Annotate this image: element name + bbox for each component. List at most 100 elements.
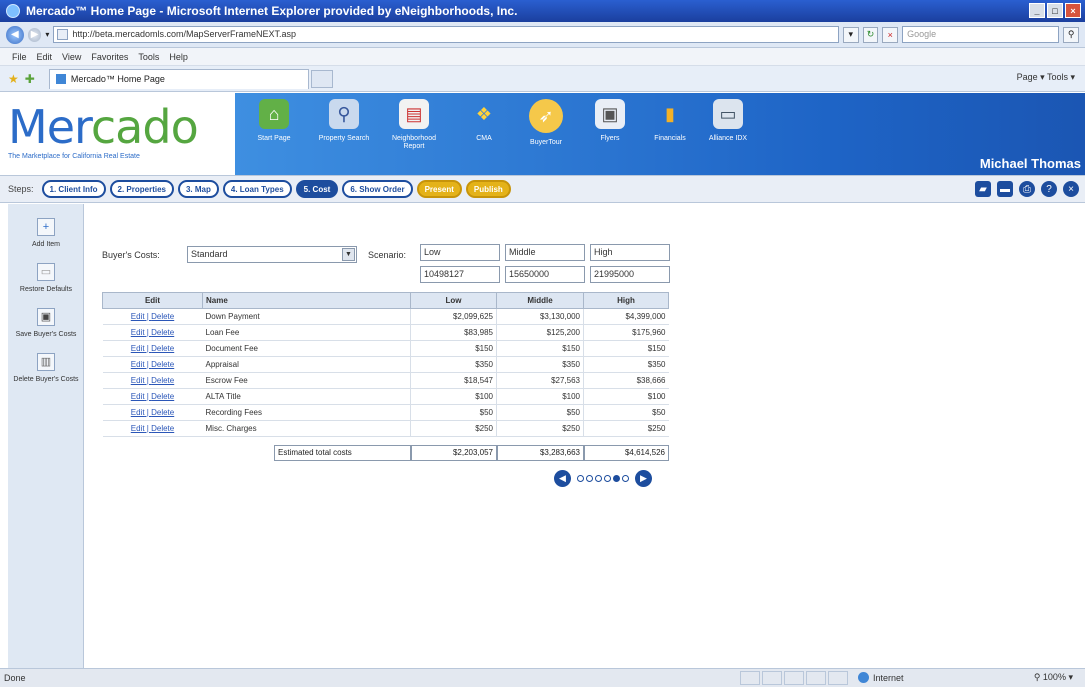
save-buyers-costs-button[interactable]: ▣ Save Buyer's Costs [8,308,84,339]
menu-view[interactable]: View [62,52,81,62]
add-item-button[interactable]: + Add Item [8,218,84,249]
scenario-high-price[interactable]: 21995000 [590,266,670,283]
present-button[interactable]: Present [416,180,462,198]
maximize-icon[interactable]: □ [1047,3,1063,18]
search-icon[interactable]: ⚲ [1063,26,1079,43]
delete-link[interactable]: Delete [151,344,174,353]
cell-name: Appraisal [202,356,411,373]
edit-link[interactable]: Edit [131,312,145,321]
menu-help[interactable]: Help [169,52,188,62]
nav-start-page[interactable]: ⌂ Start Page [243,99,305,143]
edit-link[interactable]: Edit [131,408,145,417]
delete-link[interactable]: Delete [151,392,174,401]
forward-button[interactable]: ▶ [27,27,42,42]
history-dropdown-icon[interactable]: ▾ [45,30,49,39]
cell-high: $100 [583,388,669,405]
minimize-icon[interactable]: _ [1029,3,1045,18]
nav-financials[interactable]: ▮ Financials [639,99,701,143]
page-dot[interactable] [604,475,611,482]
address-dropdown-icon[interactable]: ▾ [842,26,859,43]
cell-low: $83,985 [410,324,497,341]
scenario-low-price[interactable]: 10498127 [420,266,500,283]
mercado-logo[interactable]: Mercado The Marketplace for California R… [8,103,228,168]
save-icon[interactable]: ▬ [997,181,1013,197]
edit-link[interactable]: Edit [131,344,145,353]
back-button[interactable]: ◀ [6,25,24,44]
magnifier-icon: ⚲ [329,99,359,129]
cell-high: $150 [583,340,669,357]
edit-link[interactable]: Edit [131,392,145,401]
browser-tab[interactable]: Mercado™ Home Page [48,68,309,89]
page-dot[interactable] [622,475,629,482]
step-cost[interactable]: 5. Cost [295,180,339,198]
scenario-low-name[interactable]: Low [420,244,500,261]
table-row: Edit | Delete Misc. Charges $250 $250 $250 [102,420,669,437]
step-loan-types[interactable]: 4. Loan Types [222,180,292,198]
total-label: Estimated total costs [274,445,411,461]
col-name: Name [202,292,411,309]
edit-link[interactable]: Edit [131,376,145,385]
address-field[interactable]: http://beta.mercadomls.com/MapServerFram… [53,26,839,43]
nav-alliance-idx[interactable]: ▭ Alliance IDX [697,99,759,143]
next-page-icon[interactable]: ▶ [635,470,652,487]
print-icon[interactable]: ⎙ [1019,181,1035,197]
menu-edit[interactable]: Edit [37,52,53,62]
menu-file[interactable]: File [12,52,27,62]
menu-favorites[interactable]: Favorites [91,52,128,62]
tab-page-icon [55,74,66,84]
delete-link[interactable]: Delete [151,376,174,385]
restore-defaults-button[interactable]: ▭ Restore Defaults [8,263,84,294]
page-dot[interactable] [586,475,593,482]
address-text: http://beta.mercadomls.com/MapServerFram… [72,29,297,39]
step-properties[interactable]: 2. Properties [109,180,174,198]
zoom-level[interactable]: ⚲ 100% ▾ [1034,672,1073,683]
step-show-order[interactable]: 6. Show Order [342,180,413,198]
scenario-middle-name[interactable]: Middle [505,244,585,261]
sidebar: + Add Item ▭ Restore Defaults ▣ Save Buy… [8,204,84,668]
status-cells [740,671,848,685]
chevron-down-icon: ▾ [1068,672,1073,682]
page-dot[interactable] [595,475,602,482]
edit-link[interactable]: Edit [131,424,145,433]
command-bar[interactable]: Page ▾ Tools ▾ [1017,72,1075,83]
open-folder-icon[interactable]: ▰ [975,181,991,197]
delete-link[interactable]: Delete [151,312,174,321]
delete-link[interactable]: Delete [151,328,174,337]
total-high: $4,614,526 [584,445,669,461]
page-dot[interactable] [577,475,584,482]
nav-neighborhood-report[interactable]: ▤ Neighborhood Report [383,99,445,151]
delete-buyers-costs-button[interactable]: ▥ Delete Buyer's Costs [8,353,84,384]
publish-button[interactable]: Publish [465,180,511,198]
help-icon[interactable]: ? [1041,181,1057,197]
buyer-tour-icon: ➶ [529,99,563,133]
search-input[interactable]: Google [902,26,1060,43]
nav-label: Property Search [318,135,370,142]
page-dot-current[interactable] [613,475,620,482]
add-favorite-icon[interactable]: ✚ [25,72,35,86]
scenario-high-name[interactable]: High [590,244,670,261]
new-tab-button[interactable] [310,69,333,88]
delete-link[interactable]: Delete [151,360,174,369]
favorites-star-icon[interactable]: ★ [8,72,19,86]
buyers-costs-select[interactable]: Standard ▼ [187,246,357,263]
edit-link[interactable]: Edit [131,328,145,337]
scenario-middle-price[interactable]: 15650000 [505,266,585,283]
step-client-info[interactable]: 1. Client Info [41,180,106,198]
stop-icon[interactable]: × [882,26,899,43]
delete-link[interactable]: Delete [151,424,174,433]
delete-link[interactable]: Delete [151,408,174,417]
nav-flyers[interactable]: ▣ Flyers [579,99,641,143]
cell-middle: $125,200 [496,324,584,341]
menu-tools[interactable]: Tools [138,52,159,62]
step-map[interactable]: 3. Map [177,180,219,198]
nav-cma[interactable]: ❖ CMA [453,99,515,143]
nav-property-search[interactable]: ⚲ Property Search [313,99,375,143]
close-icon[interactable]: × [1063,181,1079,197]
close-icon[interactable]: × [1065,3,1081,18]
prev-page-icon[interactable]: ◀ [554,470,571,487]
edit-delete-links: Edit | Delete [102,324,203,341]
nav-buyer-tour[interactable]: ➶ BuyerTour [515,99,577,147]
refresh-icon[interactable]: ↻ [862,26,879,43]
edit-delete-links: Edit | Delete [102,388,203,405]
edit-link[interactable]: Edit [131,360,145,369]
